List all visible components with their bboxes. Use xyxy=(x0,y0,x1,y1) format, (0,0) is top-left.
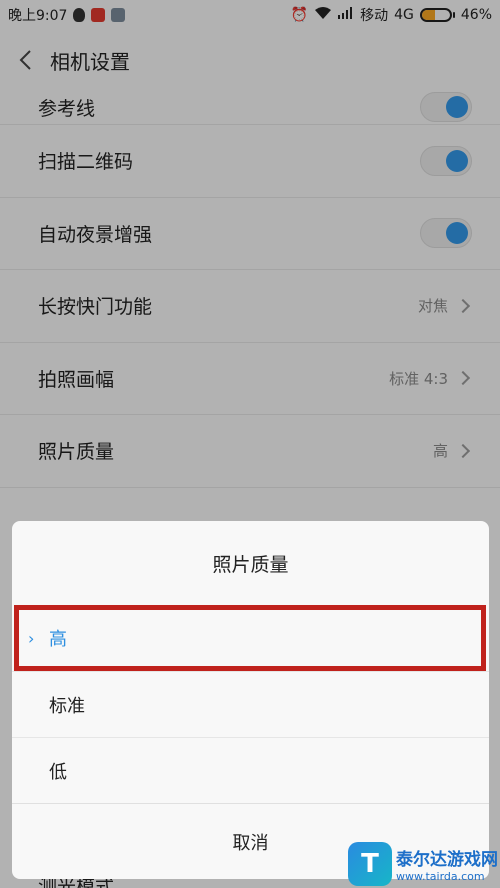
option-standard[interactable]: 标准 xyxy=(12,671,489,737)
option-high[interactable]: › 高 xyxy=(12,605,489,671)
option-low[interactable]: 低 xyxy=(12,737,489,803)
dialog-title: 照片质量 xyxy=(212,553,289,576)
watermark-logo: T xyxy=(348,842,392,886)
watermark-name: 泰尔达游戏网 xyxy=(396,850,498,870)
watermark-url: www.tairda.com xyxy=(396,870,485,883)
photo-quality-dialog: 照片质量 › 高 标准 低 取消 xyxy=(12,521,489,879)
highlight-annotation-box xyxy=(14,605,486,671)
watermark: T 泰尔达游戏网 www.tairda.com xyxy=(348,842,498,886)
option-label: 标准 xyxy=(49,695,85,717)
option-label: 低 xyxy=(49,761,67,783)
